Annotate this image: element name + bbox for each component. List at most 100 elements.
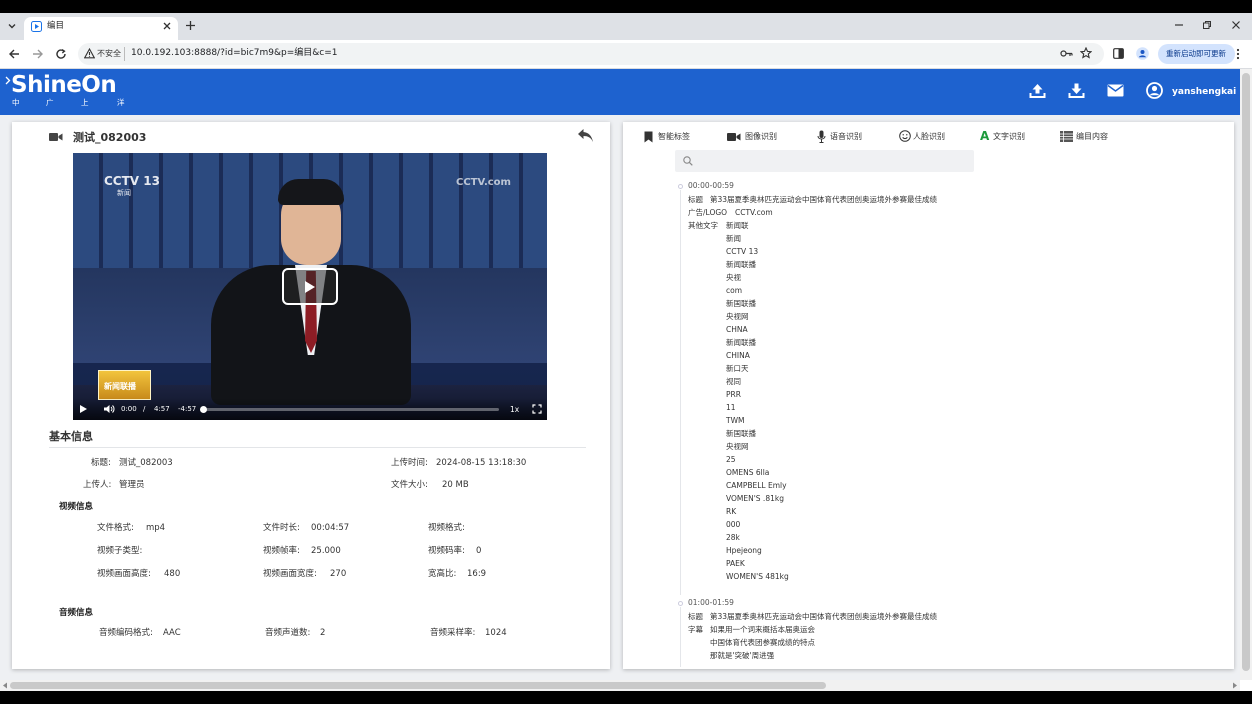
uploader-value: 管理员 (119, 480, 145, 490)
info-label: 宽高比: (428, 569, 457, 579)
tab-speech-recognition[interactable]: 语音识别 (830, 133, 862, 141)
timeline-dot (678, 601, 683, 606)
other-text-item[interactable]: CAMPBELL Emly (726, 482, 787, 490)
subtitle-line[interactable]: 那就是'突破'周进强 (710, 652, 774, 660)
other-text-item[interactable]: 11 (726, 404, 736, 412)
other-text-item[interactable]: 新口天 (726, 365, 749, 373)
vertical-scrollbar[interactable] (1240, 69, 1252, 680)
other-text-item[interactable]: RK (726, 508, 736, 516)
bookmark-icon[interactable] (644, 131, 653, 143)
profile-icon[interactable] (1136, 47, 1149, 60)
tab-face-recognition[interactable]: 人脸识别 (913, 133, 945, 141)
tab-close-icon[interactable] (162, 21, 172, 31)
letter-a-icon[interactable]: A (980, 130, 989, 142)
scroll-right-arrow-icon[interactable] (1232, 682, 1238, 689)
window-minimize-icon[interactable] (1174, 20, 1184, 30)
playback-speed[interactable]: 1x (510, 406, 519, 414)
segment-title[interactable]: 第33届夏季奥林匹克运动会中国体育代表团创奥运境外参赛最佳成绩 (710, 196, 937, 204)
other-text-item[interactable]: 28k (726, 534, 740, 542)
other-text-item[interactable]: 新闻联播 (726, 339, 756, 347)
update-button-label: 重新启动即可更新 (1166, 49, 1226, 58)
video-camera-icon[interactable] (727, 132, 741, 142)
other-text-item[interactable]: TWM (726, 417, 744, 425)
bookmark-star-icon[interactable] (1080, 47, 1092, 59)
other-text-item[interactable]: 新闻联 (726, 222, 749, 230)
title-value: 测试_082003 (119, 458, 173, 468)
tab-text-recognition[interactable]: 文字识别 (993, 133, 1025, 141)
segment-title-label: 标题 (688, 195, 703, 204)
tab-image-recognition[interactable]: 图像识别 (745, 133, 777, 141)
security-label[interactable]: 不安全 (97, 50, 121, 58)
other-text-item[interactable]: 25 (726, 456, 736, 464)
info-label: 音频声道数: (265, 628, 311, 638)
segment-title[interactable]: 第33届夏季奥林匹克运动会中国体育代表团创奥运境外参赛最佳成绩 (710, 613, 937, 621)
microphone-icon[interactable] (817, 130, 826, 143)
fullscreen-icon[interactable] (532, 404, 542, 414)
video-player[interactable]: CCTV 13 新闻 CCTV.com 新闻联播 0:00 / 4:57 -4:… (73, 153, 547, 420)
back-reply-icon[interactable] (577, 128, 594, 143)
other-text-item[interactable]: com (726, 287, 742, 295)
reload-icon[interactable] (55, 48, 67, 60)
other-text-item[interactable]: 新国联播 (726, 430, 756, 438)
other-text-item[interactable]: 新闻联播 (726, 261, 756, 269)
other-text-item[interactable]: PAEK (726, 560, 745, 568)
logo-subtitle: 中 广 上 洋 (12, 98, 125, 109)
other-text-item[interactable]: OMENS 6lla (726, 469, 769, 477)
channel-logo: CCTV 13 (104, 174, 160, 188)
tab-search-chevron-icon[interactable] (7, 21, 17, 31)
back-arrow-icon[interactable] (8, 48, 20, 60)
face-icon[interactable] (899, 130, 911, 142)
play-icon[interactable] (79, 404, 88, 414)
other-text-item[interactable]: CHINA (726, 352, 750, 360)
other-text-item[interactable]: PRR (726, 391, 741, 399)
other-text-item[interactable]: 000 (726, 521, 740, 529)
new-tab-icon[interactable] (185, 20, 196, 31)
info-label: 文件格式: (97, 523, 134, 533)
horizontal-scroll-thumb[interactable] (10, 682, 826, 689)
mail-icon[interactable] (1107, 84, 1124, 97)
window-close-icon[interactable] (1231, 20, 1241, 30)
side-panel-icon[interactable] (1113, 48, 1124, 59)
other-text-item[interactable]: CCTV 13 (726, 248, 758, 256)
forward-arrow-icon[interactable] (32, 48, 44, 60)
timeline-line (680, 607, 681, 667)
progress-track[interactable] (200, 406, 499, 413)
search-input[interactable] (675, 150, 974, 172)
download-icon[interactable] (1068, 82, 1085, 99)
other-text-item[interactable]: WOMEN'S 481kg (726, 573, 789, 581)
logo-sub-char: 中 (12, 98, 20, 107)
username[interactable]: yanshengkai (1172, 88, 1236, 97)
progress-handle[interactable] (200, 406, 207, 413)
other-text-item[interactable]: 视同 (726, 378, 741, 386)
url-text[interactable]: 10.0.192.103:8888/?id=bic7m9&p=编目&c=1 (131, 49, 338, 58)
other-text-item[interactable]: 央视网 (726, 313, 749, 321)
tab-catalog-content[interactable]: 编目内容 (1076, 133, 1108, 141)
other-text-item[interactable]: 新闻 (726, 235, 741, 243)
horizontal-scrollbar[interactable] (0, 680, 1240, 691)
tab-smart-tags[interactable]: 智能标签 (658, 133, 690, 141)
other-text-item[interactable]: 央视 (726, 274, 741, 282)
window-restore-icon[interactable] (1202, 20, 1212, 30)
other-text-item[interactable]: VOMEN'S .81kg (726, 495, 784, 503)
title-label: 标题: (91, 458, 111, 468)
info-value: 480 (164, 569, 181, 579)
subtitle-line[interactable]: 如果用一个词来概括本届奥运会 (710, 626, 815, 634)
segment-logo[interactable]: CCTV.com (735, 209, 773, 217)
vertical-scroll-thumb[interactable] (1242, 73, 1250, 671)
more-vert-icon[interactable] (1236, 48, 1240, 60)
basic-info-divider (49, 447, 586, 448)
upload-icon[interactable] (1029, 82, 1046, 99)
volume-icon[interactable] (103, 404, 115, 414)
subtitle-line[interactable]: 中国体育代表团参赛成绩的特点 (710, 639, 815, 647)
segment-other-label: 其他文字 (688, 221, 718, 230)
other-text-item[interactable]: 央视网 (726, 443, 749, 451)
user-avatar-icon[interactable] (1146, 82, 1163, 99)
info-value: 1024 (485, 628, 507, 638)
key-icon[interactable] (1060, 48, 1073, 59)
other-text-item[interactable]: Hpejeong (726, 547, 762, 555)
sidebar-toggle-icon[interactable] (4, 76, 11, 85)
other-text-item[interactable]: 新国联播 (726, 300, 756, 308)
scroll-left-arrow-icon[interactable] (2, 682, 8, 689)
other-text-item[interactable]: CHNA (726, 326, 748, 334)
list-icon[interactable] (1060, 131, 1073, 142)
